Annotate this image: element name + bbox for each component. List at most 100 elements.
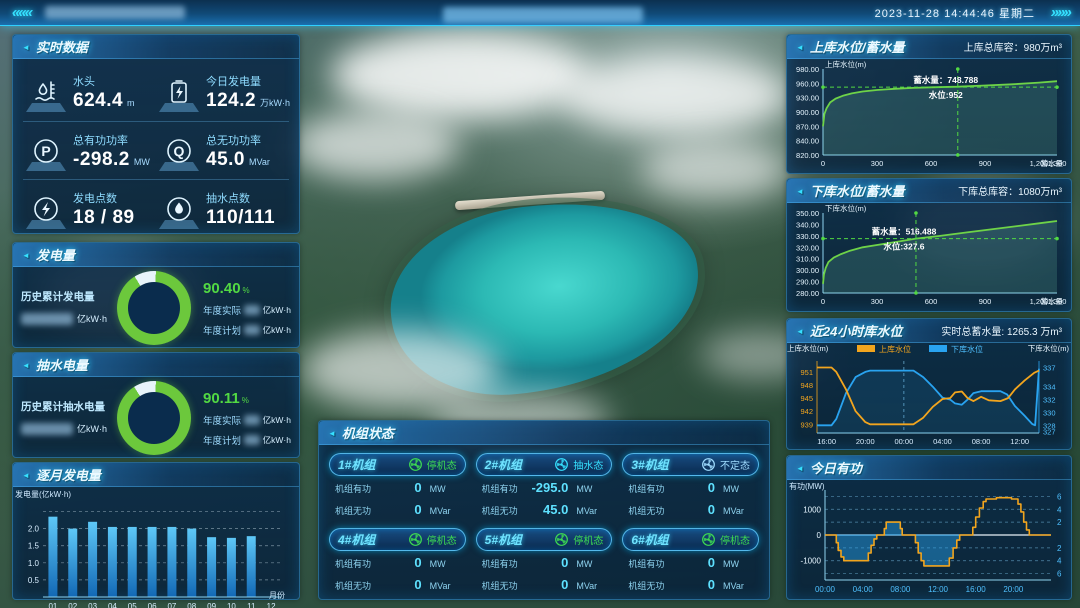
- panel-header: 机组状态: [319, 421, 769, 445]
- unit-active-row: 机组有功0MW: [329, 551, 466, 573]
- metric-label: 今日发电量: [206, 76, 261, 88]
- svg-text:320.00: 320.00: [796, 243, 819, 252]
- turbine-state-icon: [554, 457, 569, 472]
- turbine-state-icon: [554, 532, 569, 547]
- unit-active-row: 机组有功0MW: [476, 551, 613, 573]
- svg-text:1.5: 1.5: [28, 542, 40, 551]
- svg-text:951: 951: [800, 368, 813, 377]
- svg-text:03: 03: [88, 602, 97, 608]
- metric-tile: 今日发电量 124.2 万kW·h: [156, 63, 289, 121]
- svg-text:0: 0: [821, 159, 825, 168]
- panel-header: 近24小时库水位 实时总蓄水量: 1265.3 万m³: [787, 319, 1071, 343]
- percent-value: 90.11: [203, 390, 240, 407]
- metric-value: 624.4: [73, 90, 123, 112]
- unit-active-row: 机组有功0MW: [622, 476, 759, 498]
- reactive-unit: MVar: [723, 506, 753, 516]
- panel-header: 今日有功: [787, 456, 1071, 480]
- svg-text:有功(MW): 有功(MW): [789, 481, 825, 491]
- metric-unit: 万kW·h: [260, 96, 290, 109]
- svg-text:330.00: 330.00: [796, 232, 819, 241]
- total-storage-value: 1265.3 万m³: [1007, 327, 1062, 338]
- svg-text:09: 09: [207, 602, 216, 608]
- cloud: [560, 55, 790, 135]
- unit-name: 1#机组: [338, 456, 375, 473]
- reactive-label: 机组无功: [482, 504, 518, 517]
- metric-label: 总有功功率: [73, 135, 128, 147]
- svg-text:发电量(亿kW·h): 发电量(亿kW·h): [15, 489, 71, 499]
- active-value: -295.0: [531, 480, 568, 495]
- annual-actual-unit: 亿kW·h: [263, 304, 291, 316]
- reactive-value: 0: [708, 502, 715, 517]
- svg-text:蓄水量：748.788: 蓄水量：748.788: [913, 75, 978, 85]
- svg-text:16:00: 16:00: [817, 437, 836, 446]
- upper-reservoir-curve-chart: 980.00960.00930.00900.00870.00840.00820.…: [787, 59, 1071, 176]
- panel-title: 逐月发电量: [22, 465, 101, 484]
- unit-reactive-row: 机组无功0MVar: [622, 573, 759, 595]
- unit-name: 4#机组: [338, 531, 375, 548]
- percent-value: 90.40: [203, 280, 241, 297]
- metric-label: 水头: [73, 76, 95, 88]
- datetime-display: 2023-11-28 14:44:46 星期二: [875, 5, 1035, 21]
- panel-title: 上库水位/蓄水量: [796, 37, 905, 56]
- metric-value: 45.0: [206, 149, 245, 171]
- active-value: 0: [708, 480, 715, 495]
- unit-name: 6#机组: [631, 531, 668, 548]
- svg-text:6: 6: [1057, 492, 1062, 501]
- reactive-label: 机组无功: [482, 579, 518, 592]
- unit-name: 3#机组: [631, 456, 668, 473]
- annual-plan-label: 年度计划: [203, 323, 241, 337]
- svg-text:900: 900: [979, 159, 992, 168]
- svg-text:1.0: 1.0: [28, 559, 40, 568]
- turbine-state-icon: [701, 532, 716, 547]
- metric-tile: 抽水点数 110/111: [156, 180, 289, 237]
- metric-label: 抽水点数: [206, 193, 250, 205]
- active-unit: MW: [430, 559, 460, 569]
- forward-chevrons-icon[interactable]: »»»: [1049, 4, 1072, 21]
- svg-text:290.00: 290.00: [796, 278, 819, 287]
- metric-row: P 总有功功率 -298.2 MW Q 总无功功率 45.0 MVar: [23, 121, 289, 179]
- percent-unit: %: [243, 286, 250, 295]
- p-circle-icon: P: [23, 128, 69, 174]
- svg-text:12:00: 12:00: [928, 585, 949, 594]
- panel-header: 逐月发电量: [13, 463, 299, 487]
- svg-text:08:00: 08:00: [972, 437, 991, 446]
- svg-text:蓄水量: 蓄水量: [1041, 296, 1064, 306]
- unit-card-header: 1#机组 停机态: [329, 453, 466, 476]
- svg-text:水位:952: 水位:952: [928, 90, 963, 100]
- unit-state-label: 抽水态: [573, 457, 603, 472]
- unit-card: 4#机组 停机态 机组有功0MW 机组无功0MVar: [329, 528, 466, 595]
- unit-status-panel: 机组状态 1#机组 停机态 机组有功0MW 机组无功0MVar 2#机组 抽水态…: [318, 420, 770, 600]
- reactive-unit: MVar: [723, 581, 753, 591]
- svg-text:300: 300: [871, 297, 884, 306]
- redacted-value: [244, 305, 260, 315]
- svg-text:600: 600: [925, 159, 938, 168]
- unit-cards-grid: 1#机组 停机态 机组有功0MW 机组无功0MVar 2#机组 抽水态 机组有功…: [319, 445, 769, 603]
- reservoir-24h-line-chart: 上库水位(m)下库水位(m)上库水位下库水位951948945942939337…: [787, 343, 1071, 452]
- unit-state-label: 停机态: [427, 457, 457, 472]
- svg-text:0: 0: [817, 531, 822, 540]
- history-unit: 亿kW·h: [77, 312, 107, 325]
- redacted-value: [21, 313, 73, 325]
- panel-title: 今日有功: [796, 458, 862, 477]
- upper-reservoir-panel: 上库水位/蓄水量 上库总库容：980万m³ 980.00960.00930.00…: [786, 34, 1072, 174]
- water-head-icon: [23, 69, 69, 115]
- svg-text:600: 600: [925, 297, 938, 306]
- svg-text:945: 945: [800, 394, 813, 403]
- svg-text:08:00: 08:00: [890, 585, 911, 594]
- reservoir-24h-panel: 近24小时库水位 实时总蓄水量: 1265.3 万m³ 上库水位(m)下库水位(…: [786, 318, 1072, 450]
- svg-text:2.0: 2.0: [28, 525, 40, 534]
- unit-state: 停机态: [408, 457, 457, 472]
- active-label: 机组有功: [335, 482, 371, 495]
- active-unit: MW: [576, 559, 606, 569]
- unit-state-label: 停机态: [720, 532, 750, 547]
- monthly-generation-bar-chart: 2.01.51.00.5010203040506070809101112发电量(…: [13, 487, 299, 608]
- unit-state-label: 不定态: [720, 457, 750, 472]
- back-chevrons-icon[interactable]: «««: [10, 4, 33, 21]
- metric-label: 发电点数: [73, 193, 117, 205]
- svg-text:20:00: 20:00: [1003, 585, 1024, 594]
- realtime-data-panel: 实时数据 水头 624.4 m 今日发电量 124.2 万kW·h P 总有功功…: [12, 34, 300, 234]
- annual-actual-label: 年度实际: [203, 413, 241, 427]
- svg-text:939: 939: [800, 420, 813, 429]
- unit-state: 停机态: [408, 532, 457, 547]
- q-circle-icon: Q: [156, 128, 202, 174]
